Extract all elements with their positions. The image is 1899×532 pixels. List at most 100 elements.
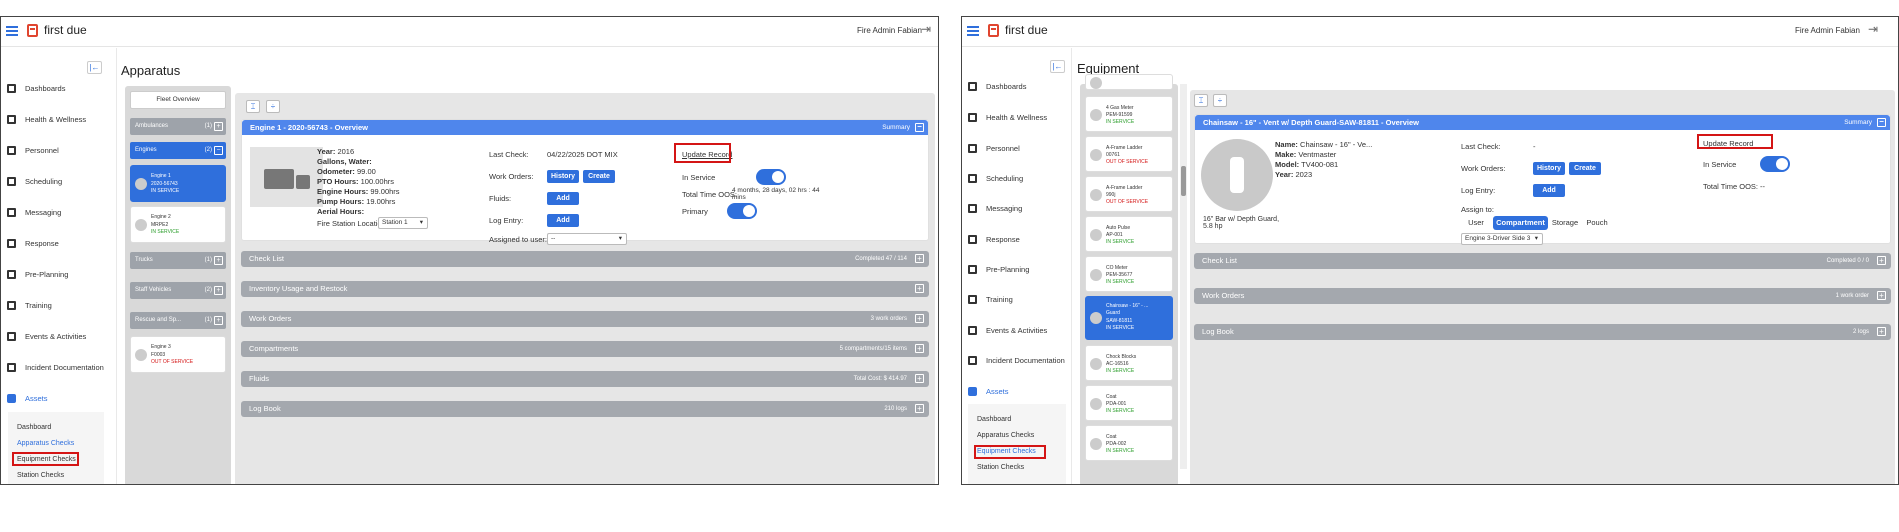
- subnav-station-checks[interactable]: Station Checks: [977, 464, 1024, 471]
- expand-icon[interactable]: +: [214, 256, 223, 265]
- logout-icon[interactable]: ⇥: [1868, 22, 1878, 36]
- menu-icon[interactable]: [6, 26, 18, 36]
- history-button[interactable]: History: [1533, 162, 1565, 175]
- in-service-toggle[interactable]: [1760, 156, 1790, 172]
- subnav-dashboard[interactable]: Dashboard: [17, 424, 51, 431]
- nav-dashboards[interactable]: Dashboards: [1, 77, 65, 99]
- expand-icon[interactable]: +: [1877, 291, 1886, 300]
- section-log-book[interactable]: Log Book 210 logs +: [241, 401, 929, 417]
- nav-response[interactable]: Response: [1, 232, 59, 254]
- nav-events-activities[interactable]: Events & Activities: [1, 325, 86, 347]
- nav-health-wellness[interactable]: Health & Wellness: [1, 108, 86, 130]
- overview-header[interactable]: Chainsaw - 16" - Vent w/ Depth Guard-SAW…: [1195, 115, 1890, 130]
- equipment-card[interactable]: A-Frame Ladder 00761 OUT OF SERVICE: [1085, 136, 1173, 172]
- section-log-book[interactable]: Log Book 2 logs +: [1194, 324, 1891, 340]
- nav-scheduling[interactable]: Scheduling: [962, 167, 1023, 189]
- unit-card[interactable]: Engine 1 2020-56743 IN SERVICE: [130, 165, 226, 202]
- equipment-card-selected[interactable]: Chainsaw - 16" - ... Guard SAW-81811 IN SER…: [1085, 296, 1173, 340]
- create-button[interactable]: Create: [1569, 162, 1601, 175]
- scrollbar-thumb[interactable]: [1181, 166, 1186, 196]
- station-select[interactable]: Station 1 ▾: [378, 217, 428, 229]
- collapse-icon[interactable]: −: [214, 146, 223, 155]
- app-logo[interactable]: first due: [988, 23, 1048, 37]
- logout-icon[interactable]: ⇥: [921, 22, 931, 36]
- add-log-button[interactable]: Add: [547, 214, 579, 227]
- collapse-all-icon[interactable]: ÷: [1213, 94, 1227, 107]
- expand-icon[interactable]: +: [915, 344, 924, 353]
- nav-events-activities[interactable]: Events & Activities: [962, 319, 1047, 341]
- expand-icon[interactable]: +: [214, 122, 223, 131]
- nav-training[interactable]: Training: [1, 294, 52, 316]
- equipment-card[interactable]: Coat PDA-001 IN SERVICE: [1085, 385, 1173, 421]
- expand-icon[interactable]: +: [915, 284, 924, 293]
- add-fluid-button[interactable]: Add: [547, 192, 579, 205]
- expand-icon[interactable]: +: [915, 374, 924, 383]
- section-work-orders[interactable]: Work Orders 1 work order +: [1194, 288, 1891, 304]
- expand-icon[interactable]: +: [915, 314, 924, 323]
- assigned-user-select[interactable]: -- ▾: [547, 233, 627, 245]
- expand-icon[interactable]: +: [915, 254, 924, 263]
- subnav-station-checks[interactable]: Station Checks: [17, 472, 64, 479]
- equipment-card[interactable]: Chock Blocks AC-16516 IN SERVICE: [1085, 345, 1173, 381]
- nav-dashboards[interactable]: Dashboards: [962, 75, 1026, 97]
- section-check-list[interactable]: Check List Completed 47 / 114 +: [241, 251, 929, 267]
- collapse-all-icon[interactable]: ÷: [266, 100, 280, 113]
- nav-messaging[interactable]: Messaging: [962, 197, 1022, 219]
- equipment-card[interactable]: A-Frame Ladder 990j OUT OF SERVICE: [1085, 176, 1173, 212]
- collapse-icon[interactable]: −: [1877, 118, 1886, 127]
- equipment-card[interactable]: Coat PDA-002 IN SERVICE: [1085, 425, 1173, 461]
- menu-icon[interactable]: [967, 26, 979, 36]
- expand-all-icon[interactable]: ⌶: [1194, 94, 1208, 107]
- user-name[interactable]: Fire Admin Fabian: [1795, 26, 1860, 35]
- nav-incident-documentation[interactable]: Incident Documentation: [1, 356, 104, 378]
- primary-toggle[interactable]: [727, 203, 757, 219]
- expand-icon[interactable]: +: [214, 316, 223, 325]
- section-work-orders[interactable]: Work Orders 3 work orders +: [241, 311, 929, 327]
- group-ambulances[interactable]: Ambulances (1) +: [130, 118, 226, 135]
- nav-assets[interactable]: Assets: [962, 380, 1009, 402]
- nav-messaging[interactable]: Messaging: [1, 201, 61, 223]
- equipment-card[interactable]: Auto Pulse AP-001 IN SERVICE: [1085, 216, 1173, 252]
- list-scrollbar[interactable]: [1180, 84, 1187, 469]
- app-logo[interactable]: first due: [27, 23, 87, 37]
- section-fluids[interactable]: Fluids Total Cost: $ 414.97 +: [241, 371, 929, 387]
- nav-pre-planning[interactable]: Pre-Planning: [1, 263, 68, 285]
- nav-pre-planning[interactable]: Pre-Planning: [962, 258, 1029, 280]
- unit-card[interactable]: Engine 2 MRPE2 IN SERVICE: [130, 206, 226, 243]
- expand-all-icon[interactable]: ⌶: [246, 100, 260, 113]
- expand-icon[interactable]: +: [1877, 256, 1886, 265]
- equipment-card[interactable]: CO Meter PEM-35677 IN SERVICE: [1085, 256, 1173, 292]
- nav-incident-documentation[interactable]: Incident Documentation: [962, 349, 1065, 371]
- assign-user-option[interactable]: User: [1461, 216, 1491, 230]
- group-engines[interactable]: Engines (2) −: [130, 142, 226, 159]
- equipment-card[interactable]: 4 Gas Meter PEM-91599 IN SERVICE: [1085, 96, 1173, 132]
- subnav-apparatus-checks[interactable]: Apparatus Checks: [17, 440, 74, 447]
- group-staff-vehicles[interactable]: Staff Vehicles (2) +: [130, 282, 226, 299]
- section-check-list[interactable]: Check List Completed 0 / 0 +: [1194, 253, 1891, 269]
- nav-training[interactable]: Training: [962, 288, 1013, 310]
- nav-health-wellness[interactable]: Health & Wellness: [962, 106, 1047, 128]
- assign-pouch-option[interactable]: Pouch: [1582, 216, 1612, 230]
- equipment-card[interactable]: [1085, 74, 1173, 90]
- collapse-sidebar-icon[interactable]: |←: [1050, 60, 1065, 73]
- user-name[interactable]: Fire Admin Fabian: [857, 26, 922, 35]
- compartment-select[interactable]: Engine 3-Driver Side 3 ▾: [1461, 233, 1543, 245]
- nav-personnel[interactable]: Personnel: [1, 139, 59, 161]
- expand-icon[interactable]: +: [214, 286, 223, 295]
- in-service-toggle[interactable]: [756, 169, 786, 185]
- group-rescue[interactable]: Rescue and Sp... (1) +: [130, 312, 226, 329]
- group-trucks[interactable]: Trucks (1) +: [130, 252, 226, 269]
- unit-card[interactable]: Engine 3 F0003 OUT OF SERVICE: [130, 336, 226, 373]
- overview-header[interactable]: Engine 1 - 2020-56743 - Overview Summary −: [242, 120, 928, 135]
- assign-storage-option[interactable]: Storage: [1549, 216, 1581, 230]
- nav-response[interactable]: Response: [962, 228, 1020, 250]
- nav-personnel[interactable]: Personnel: [962, 137, 1020, 159]
- history-button[interactable]: History: [547, 170, 579, 183]
- add-log-button[interactable]: Add: [1533, 184, 1565, 197]
- subnav-apparatus-checks[interactable]: Apparatus Checks: [977, 432, 1034, 439]
- expand-icon[interactable]: +: [1877, 327, 1886, 336]
- section-compartments[interactable]: Compartments 5 compartments/15 items +: [241, 341, 929, 357]
- section-inventory[interactable]: Inventory Usage and Restock +: [241, 281, 929, 297]
- subnav-dashboard[interactable]: Dashboard: [977, 416, 1011, 423]
- nav-assets[interactable]: Assets: [1, 387, 48, 409]
